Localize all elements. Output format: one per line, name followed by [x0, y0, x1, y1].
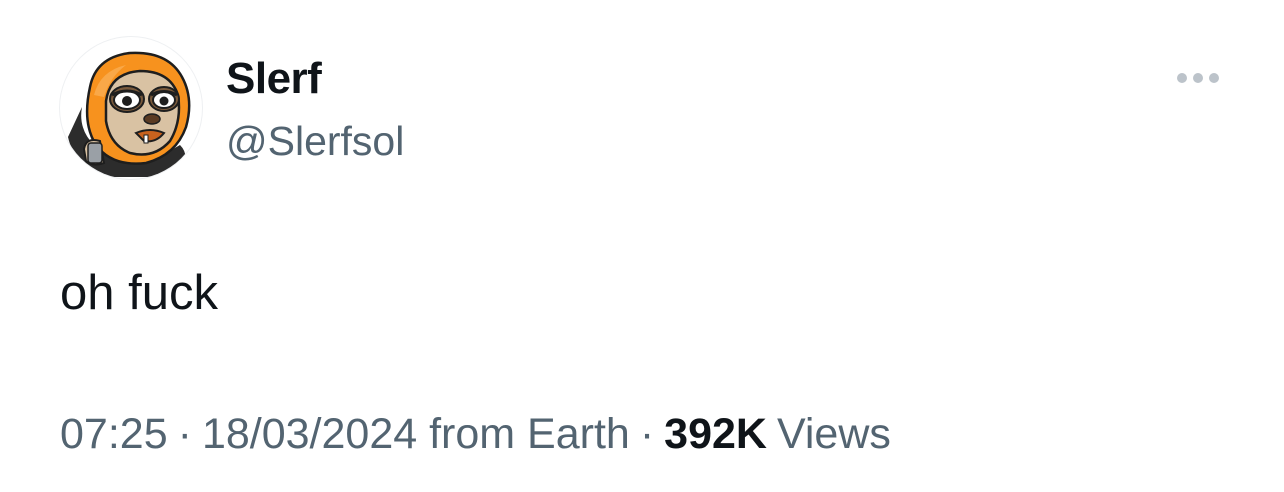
author-display-name[interactable]: Slerf: [226, 54, 322, 104]
more-horizontal-icon: [1177, 73, 1219, 83]
tweet-metadata: 07:25 · 18/03/2024 from Earth · 392K Views: [60, 407, 891, 461]
sloth-hoodie-avatar-icon: [68, 51, 191, 177]
tweet-card: Slerf @Slerfsol oh fuck 07:25 · 18/03/2024…: [0, 0, 1284, 492]
author-handle[interactable]: @Slerfsol: [226, 117, 404, 165]
views-count[interactable]: 392K: [664, 410, 767, 458]
tweet-time[interactable]: 07:25: [60, 410, 168, 458]
separator-dot: ·: [177, 410, 192, 458]
tweet-source: from Earth: [429, 410, 630, 458]
avatar[interactable]: [60, 37, 202, 179]
separator-dot: ·: [639, 410, 655, 458]
tweet-date[interactable]: 18/03/2024: [202, 410, 417, 458]
tweet-text: oh fuck: [60, 266, 218, 320]
more-options-button[interactable]: [1170, 60, 1226, 96]
views-label[interactable]: Views: [767, 410, 891, 458]
